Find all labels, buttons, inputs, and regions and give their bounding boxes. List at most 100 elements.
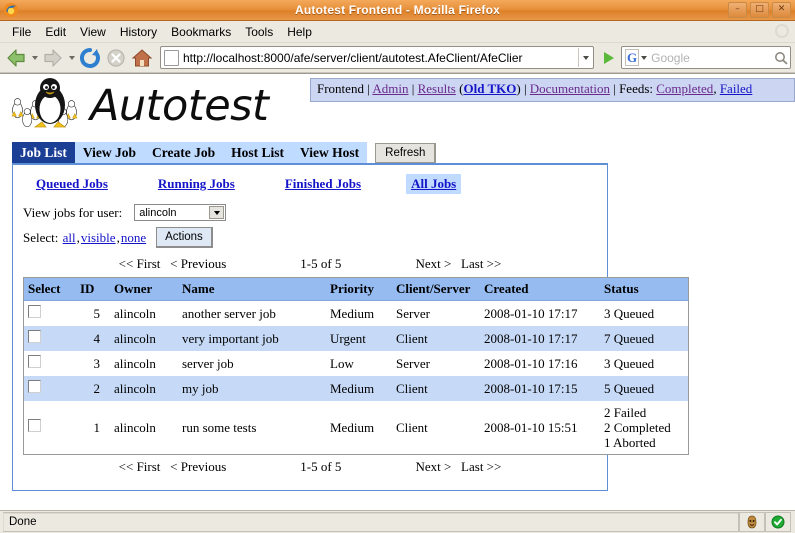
col-header-name[interactable]: Name bbox=[178, 277, 326, 301]
url-dropdown-icon[interactable] bbox=[578, 48, 593, 67]
back-icon[interactable] bbox=[4, 46, 28, 70]
menu-tools[interactable]: Tools bbox=[238, 23, 280, 41]
paging-next-link-bottom[interactable]: Next > bbox=[415, 459, 451, 474]
nav-documentation-link[interactable]: Documentation bbox=[530, 81, 610, 96]
chevron-down-icon[interactable] bbox=[209, 206, 225, 219]
paging-last-link-bottom[interactable]: Last >> bbox=[461, 459, 501, 474]
select-visible-link[interactable]: visible bbox=[81, 230, 116, 246]
search-engine-dropdown-icon[interactable] bbox=[641, 55, 648, 60]
tab-job-list[interactable]: Job List bbox=[12, 142, 75, 163]
col-header-select[interactable]: Select bbox=[23, 277, 76, 301]
table-row[interactable]: 3 alincoln server job Low Server 2008-01… bbox=[23, 351, 689, 376]
row-checkbox[interactable] bbox=[28, 330, 41, 343]
select-none-link[interactable]: none bbox=[121, 230, 146, 246]
row-owner: alincoln bbox=[114, 330, 156, 346]
user-filter-row: View jobs for user: alincoln bbox=[23, 202, 597, 224]
url-bar[interactable]: http://localhost:8000/afe/server/client/… bbox=[160, 46, 594, 69]
table-row[interactable]: 4 alincoln very important job Urgent Cli… bbox=[23, 326, 689, 351]
row-created: 2008-01-10 17:15 bbox=[484, 380, 578, 396]
refresh-button[interactable]: Refresh bbox=[375, 143, 437, 163]
paging-gap-top-2 bbox=[455, 256, 458, 271]
row-client-server: Client bbox=[396, 419, 428, 435]
col-header-status[interactable]: Status bbox=[600, 277, 689, 301]
menu-file[interactable]: File bbox=[5, 23, 38, 41]
subtab-running-jobs[interactable]: Running Jobs bbox=[153, 174, 240, 194]
subtab-queued-jobs[interactable]: Queued Jobs bbox=[31, 174, 113, 194]
table-row[interactable]: 5 alincoln another server job Medium Ser… bbox=[23, 300, 689, 327]
paging-previous-link-top[interactable]: < Previous bbox=[170, 256, 226, 271]
row-status: 7 Queued bbox=[604, 330, 655, 346]
search-input[interactable]: Google bbox=[651, 51, 772, 65]
reload-icon[interactable] bbox=[78, 46, 102, 70]
row-select-cell[interactable] bbox=[24, 376, 77, 401]
row-status: 3 Queued bbox=[604, 305, 655, 321]
row-select-cell[interactable] bbox=[24, 326, 77, 351]
job-table: Select ID Owner Name Priority Client/Ser… bbox=[23, 277, 689, 455]
col-header-owner[interactable]: Owner bbox=[110, 277, 178, 301]
row-id: 5 bbox=[93, 305, 101, 321]
row-name: very important job bbox=[182, 330, 279, 346]
search-bar[interactable]: G Google bbox=[621, 46, 791, 69]
browser-viewport: Autotest Frontend | Admin | Results (Old… bbox=[0, 73, 795, 510]
search-icon[interactable] bbox=[772, 50, 790, 66]
col-header-priority[interactable]: Priority bbox=[326, 277, 392, 301]
row-priority: Medium bbox=[330, 305, 375, 321]
home-icon[interactable] bbox=[130, 46, 154, 70]
nav-results-link[interactable]: Results bbox=[418, 81, 456, 96]
nav-old-tko-link[interactable]: Old TKO bbox=[463, 81, 516, 96]
nav-feed-failed-link[interactable]: Failed bbox=[720, 81, 753, 96]
firefox-window: Autotest Frontend - Mozilla Firefox – □ … bbox=[0, 0, 795, 533]
minimize-button[interactable]: – bbox=[728, 2, 747, 18]
menu-view[interactable]: View bbox=[73, 23, 113, 41]
paging-previous-link-bottom[interactable]: < Previous bbox=[170, 459, 226, 474]
tab-host-list[interactable]: Host List bbox=[223, 142, 293, 163]
paging-gap-bottom-2 bbox=[455, 459, 458, 474]
menu-history[interactable]: History bbox=[113, 23, 164, 41]
maximize-button[interactable]: □ bbox=[750, 2, 769, 18]
table-row[interactable]: 1 alincoln run some tests Medium Client … bbox=[23, 401, 689, 455]
adblock-icon[interactable] bbox=[739, 512, 765, 532]
google-icon: G bbox=[625, 49, 640, 66]
subtab-finished-jobs[interactable]: Finished Jobs bbox=[280, 174, 366, 194]
row-owner: alincoln bbox=[114, 380, 156, 396]
tab-view-job[interactable]: View Job bbox=[74, 142, 145, 163]
nav-feed-completed-link[interactable]: Completed bbox=[656, 81, 713, 96]
row-id: 1 bbox=[93, 419, 101, 435]
back-history-dropdown[interactable] bbox=[30, 47, 39, 69]
paging-first-link-bottom[interactable]: << First bbox=[119, 459, 161, 474]
menu-bookmarks[interactable]: Bookmarks bbox=[164, 23, 238, 41]
paging-first-link-top[interactable]: << First bbox=[119, 256, 161, 271]
row-checkbox[interactable] bbox=[28, 419, 41, 432]
row-select-cell[interactable] bbox=[24, 401, 77, 455]
select-comma-2: , bbox=[116, 229, 120, 245]
row-select-cell[interactable] bbox=[24, 351, 77, 376]
menu-edit[interactable]: Edit bbox=[38, 23, 73, 41]
tab-view-host[interactable]: View Host bbox=[292, 142, 368, 163]
col-header-id[interactable]: ID bbox=[76, 277, 110, 301]
nav-admin-link[interactable]: Admin bbox=[372, 81, 408, 96]
paging-last-link-top[interactable]: Last >> bbox=[461, 256, 501, 271]
close-button[interactable]: ✕ bbox=[772, 2, 791, 18]
subtab-all-jobs[interactable]: All Jobs bbox=[406, 174, 462, 194]
tab-create-job[interactable]: Create Job bbox=[144, 142, 224, 163]
table-row[interactable]: 2 alincoln my job Medium Client 2008-01-… bbox=[23, 376, 689, 401]
row-checkbox[interactable] bbox=[28, 305, 41, 318]
select-all-link[interactable]: all bbox=[63, 230, 76, 246]
job-table-body: 5 alincoln another server job Medium Ser… bbox=[23, 300, 689, 455]
user-select[interactable]: alincoln bbox=[134, 204, 227, 221]
col-header-client-server[interactable]: Client/Server bbox=[392, 277, 480, 301]
paging-bottom-prev-group: << First < Previous bbox=[119, 459, 227, 475]
paging-next-link-top[interactable]: Next > bbox=[415, 256, 451, 271]
menu-help[interactable]: Help bbox=[280, 23, 319, 41]
url-input[interactable]: http://localhost:8000/afe/server/client/… bbox=[183, 51, 578, 65]
check-badge-icon[interactable] bbox=[765, 512, 791, 532]
row-checkbox[interactable] bbox=[28, 380, 41, 393]
actions-button[interactable]: Actions bbox=[156, 227, 213, 248]
row-client-server: Server bbox=[396, 305, 430, 321]
go-button[interactable] bbox=[599, 47, 619, 69]
window-controls: – □ ✕ bbox=[728, 2, 795, 18]
col-header-created[interactable]: Created bbox=[480, 277, 600, 301]
row-select-cell[interactable] bbox=[24, 301, 77, 327]
row-checkbox[interactable] bbox=[28, 355, 41, 368]
user-select-value: alincoln bbox=[139, 206, 177, 219]
